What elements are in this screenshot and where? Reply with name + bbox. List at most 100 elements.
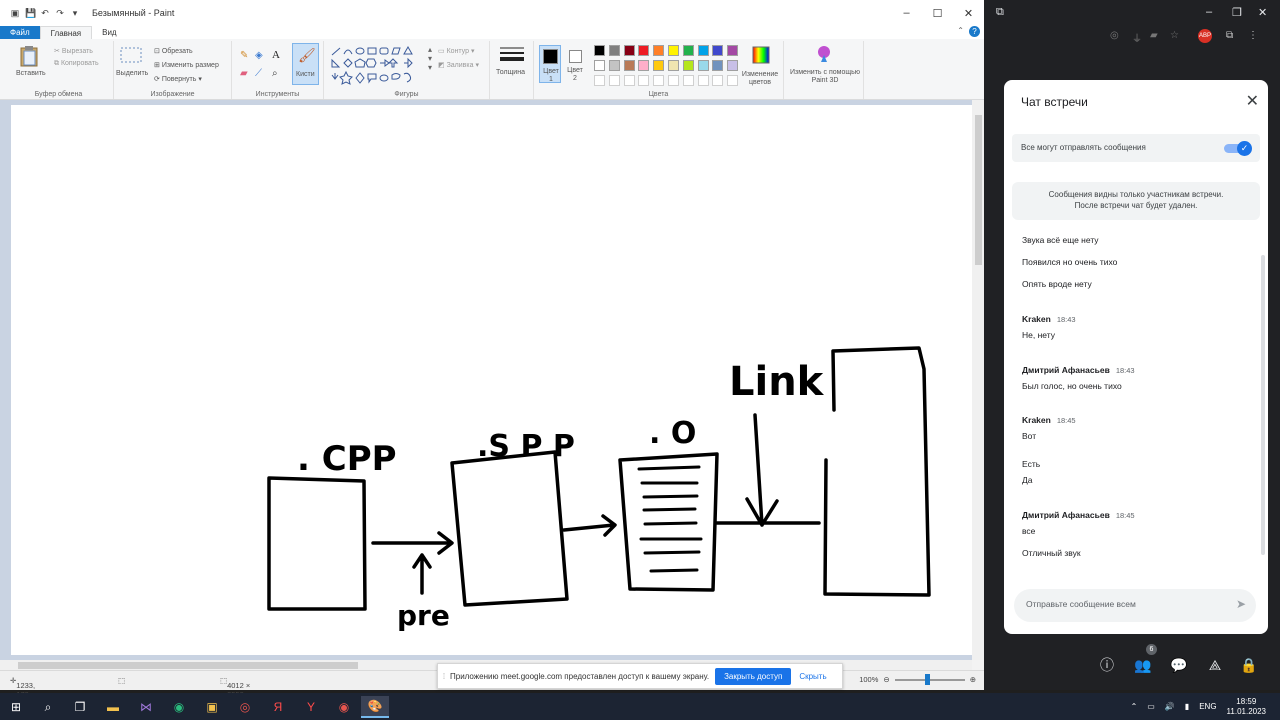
start-icon[interactable]: ⊞ (2, 696, 30, 718)
undo-icon[interactable]: ↶ (40, 8, 50, 18)
help-icon[interactable]: ? (969, 26, 980, 37)
volume-icon[interactable]: 🔊 (1165, 702, 1175, 711)
horizontal-scroll-thumb[interactable] (18, 662, 358, 669)
edit-colors-icon[interactable] (752, 46, 770, 64)
mic-icon[interactable]: ⏚ (1132, 30, 1142, 45)
fill-icon[interactable]: ◈ (255, 50, 263, 61)
palette-swatch[interactable] (712, 45, 724, 56)
custom-color-swatch[interactable] (608, 74, 620, 86)
select-button[interactable]: Выделить (116, 70, 148, 77)
extensions-icon[interactable]: ⧉ (1226, 30, 1233, 41)
shapes-scroll-icon[interactable]: ▴ ▾ ▾ (428, 45, 432, 72)
vertical-scrollbar[interactable] (972, 100, 984, 660)
palette-swatch[interactable] (697, 45, 709, 56)
shapes-gallery[interactable] (328, 45, 428, 85)
palette-swatch[interactable] (608, 45, 620, 56)
palette-swatch[interactable] (638, 45, 650, 56)
fill-button[interactable]: ◩ Заливка ▾ (438, 61, 479, 69)
outline-button[interactable]: ▭ Контур ▾ (438, 47, 474, 55)
stop-sharing-button[interactable]: Закрыть доступ (715, 667, 792, 685)
explorer-icon[interactable]: ▬ (99, 696, 127, 718)
palette-swatch[interactable] (653, 59, 665, 71)
zoom-out-icon[interactable]: ⊖ (883, 675, 889, 684)
select-icon[interactable] (120, 47, 142, 63)
tab-view[interactable]: Вид (92, 26, 126, 39)
zoom-in-icon[interactable]: ⊕ (970, 675, 976, 684)
palette-swatch[interactable] (668, 59, 679, 71)
yandex-icon[interactable]: Y (297, 696, 325, 718)
allow-messages-toggle[interactable]: ✓ (1224, 141, 1252, 156)
palette-swatch[interactable] (712, 59, 724, 71)
menu-icon[interactable]: ⋮ (1248, 30, 1258, 41)
palette-swatch[interactable] (638, 59, 650, 71)
store-icon[interactable]: ▣ (198, 696, 226, 718)
palette-swatch[interactable] (668, 45, 679, 56)
activities-icon[interactable]: ⟁ (1206, 656, 1224, 674)
send-icon[interactable]: ➤ (1236, 597, 1246, 611)
custom-color-swatch[interactable] (727, 74, 739, 86)
paint3d-icon[interactable] (816, 45, 832, 63)
minimize-button[interactable]: – (891, 0, 922, 26)
pencil-icon[interactable]: ✎ (240, 50, 248, 61)
message-input[interactable] (1026, 599, 1226, 609)
custom-color-swatch[interactable] (668, 74, 679, 86)
color1-button[interactable]: Цвет 1 (539, 45, 561, 83)
collapse-ribbon-icon[interactable]: ⌃ (957, 26, 964, 35)
info-icon[interactable]: ⓘ (1098, 656, 1116, 674)
paint-taskbar-icon[interactable]: 🎨 (361, 696, 389, 718)
resize-button[interactable]: ⊞ Изменить размер (154, 61, 219, 69)
minimize-button[interactable]: – (1206, 6, 1212, 18)
tab-file[interactable]: Файл (0, 26, 40, 39)
palette-swatch[interactable] (682, 45, 694, 56)
yandex-browser-icon[interactable]: Я (264, 696, 292, 718)
drawing-canvas[interactable]: . CPP .S P P . O Link pre (11, 105, 972, 655)
hide-banner-button[interactable]: Скрыть (799, 672, 826, 681)
host-controls-icon[interactable]: 🔒 (1240, 656, 1258, 674)
vertical-scroll-thumb[interactable] (975, 115, 982, 265)
drag-handle-icon[interactable]: ⁞ (438, 672, 450, 681)
palette-swatch[interactable] (727, 59, 739, 71)
magnifier-icon[interactable]: ⌕ (272, 68, 278, 79)
edit-colors-button[interactable]: Изменение цветов (740, 71, 780, 87)
people-icon[interactable]: 👥 (1134, 656, 1152, 674)
bookmark-icon[interactable]: ☆ (1170, 30, 1179, 41)
customize-dropdown-icon[interactable]: ▾ (70, 8, 80, 18)
clock[interactable]: 18:59 11.01.2023 (1227, 697, 1266, 717)
adblock-icon[interactable]: ABP (1198, 29, 1212, 43)
chrome-profile-icon[interactable]: ◉ (330, 696, 358, 718)
palette-swatch[interactable] (623, 59, 635, 71)
palette-swatch[interactable] (682, 59, 694, 71)
redo-icon[interactable]: ↷ (55, 8, 65, 18)
custom-color-swatch[interactable] (697, 74, 709, 86)
tab-strip-icon[interactable]: ⧉ (996, 6, 1004, 19)
save-icon[interactable]: 💾 (25, 8, 36, 18)
edge-icon[interactable]: ◉ (165, 696, 193, 718)
color2-button[interactable]: Цвет 2 (564, 45, 586, 83)
paint3d-button[interactable]: Изменить с помощью Paint 3D (790, 69, 860, 85)
custom-color-swatch[interactable] (623, 74, 635, 86)
size-button[interactable]: Толщина (496, 69, 525, 76)
restore-button[interactable]: ❐ (1232, 6, 1242, 19)
palette-swatch[interactable] (594, 59, 605, 71)
custom-color-swatch[interactable] (594, 74, 605, 86)
maximize-button[interactable]: ☐ (922, 0, 953, 26)
custom-color-swatch[interactable] (653, 74, 665, 86)
chat-icon[interactable]: 💬 (1170, 656, 1188, 674)
eraser-icon[interactable]: ▰ (240, 68, 248, 79)
copy-button[interactable]: ⧉ Копировать (54, 60, 99, 68)
color-picker-icon[interactable]: ⟋ (255, 68, 262, 79)
chat-scrollbar[interactable] (1261, 255, 1265, 555)
brushes-button[interactable]: 🖌 Кисти (292, 43, 319, 85)
paste-button[interactable]: Вставить (16, 70, 46, 77)
size-icon[interactable] (500, 46, 524, 64)
search-icon[interactable]: ⌕ (34, 696, 62, 718)
rotate-button[interactable]: ⟳ Повернуть ▾ (154, 75, 202, 83)
lens-icon[interactable]: ◎ (1110, 30, 1119, 41)
tray-overflow-icon[interactable]: ⌃ (1131, 702, 1138, 711)
text-icon[interactable]: A (272, 49, 280, 61)
task-view-icon[interactable]: ❐ (66, 696, 94, 718)
close-chat-icon[interactable]: ✕ (1246, 91, 1259, 111)
paste-icon[interactable] (20, 45, 38, 67)
palette-swatch[interactable] (653, 45, 665, 56)
palette-swatch[interactable] (697, 59, 709, 71)
